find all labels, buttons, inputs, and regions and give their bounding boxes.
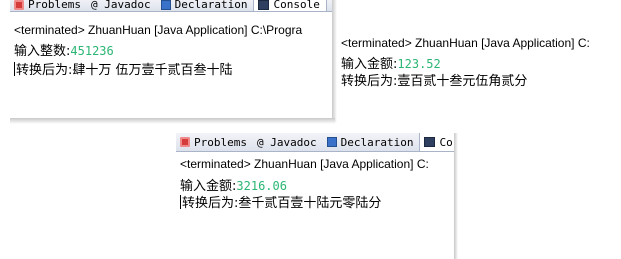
console-icon (258, 0, 270, 10)
tab-label: @ Javadoc (90, 0, 151, 11)
panel-shadow (454, 133, 458, 259)
tab-label: @ Javadoc (256, 135, 317, 149)
console-panel-3: Problems @ Javadoc Declaration Co <termi… (176, 133, 454, 259)
console-icon (424, 137, 436, 147)
output-value: 451236 (70, 44, 114, 58)
tab-label: Declaration (174, 0, 248, 11)
console-output-line: 转换后为:叁千贰百壹十陆元零陆分 (180, 192, 381, 211)
console-title: <terminated> ZhuanHuan [Java Application… (180, 157, 429, 171)
output-label: 转换后为: (341, 74, 398, 89)
output-label: 输入整数: (14, 44, 71, 59)
tab-problems[interactable]: Problems (10, 0, 87, 11)
output-value: 壹百贰十叁元伍角贰分 (397, 74, 528, 89)
console-title: <terminated> ZhuanHuan [Java Application… (341, 36, 590, 50)
view-tab-bar: Problems @ Javadoc Declaration Co (176, 133, 454, 152)
tab-label: Co (439, 135, 453, 149)
text-cursor (180, 195, 181, 209)
console-output-line: 输入整数:451236 (14, 40, 114, 59)
view-tab-bar: Problems @ Javadoc Declaration Console (10, 0, 332, 12)
output-label: 转换后为: (182, 196, 239, 211)
declaration-icon (326, 137, 337, 147)
panel-shadow (10, 118, 335, 124)
declaration-icon (160, 0, 171, 10)
problems-icon (180, 137, 190, 147)
output-value: 叁千贰百壹十陆元零陆分 (238, 196, 382, 211)
tab-console[interactable]: Console (253, 0, 327, 11)
tab-console[interactable]: Co (419, 133, 454, 151)
console-panel-1: Problems @ Javadoc Declaration Console <… (10, 0, 332, 118)
console-output-line: 转换后为:肆十万 伍万壹千贰百叁十陆 (14, 59, 233, 78)
output-value: 123.52 (397, 57, 441, 71)
tab-problems[interactable]: Problems (176, 133, 253, 151)
tab-label: Declaration (340, 135, 414, 149)
tab-javadoc[interactable]: @ Javadoc (253, 133, 323, 151)
tab-label: Problems (28, 0, 81, 11)
console-title: <terminated> ZhuanHuan [Java Application… (14, 23, 303, 37)
tab-declaration[interactable]: Declaration (323, 133, 420, 151)
problems-icon (14, 0, 24, 10)
tab-label: Problems (194, 135, 247, 149)
console-output-line: 转换后为:壹百贰十叁元伍角贰分 (341, 70, 527, 89)
output-value: 肆十万 伍万壹千贰百叁十陆 (72, 63, 233, 78)
text-cursor (14, 62, 15, 76)
tab-javadoc[interactable]: @ Javadoc (87, 0, 157, 11)
output-value: 3216.06 (236, 179, 287, 193)
output-label: 转换后为: (16, 63, 73, 78)
console-panel-2: <terminated> ZhuanHuan [Java Application… (337, 28, 621, 120)
tab-label: Console (273, 0, 320, 11)
tab-declaration[interactable]: Declaration (157, 0, 254, 11)
